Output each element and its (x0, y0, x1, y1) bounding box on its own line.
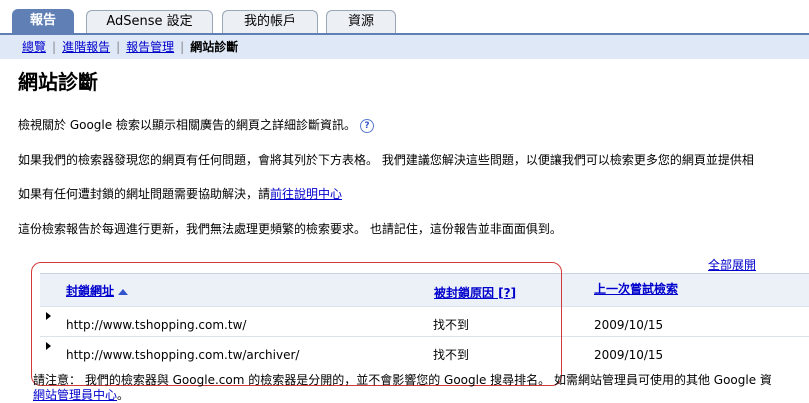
header-block-reason-label: 被封鎖原因 [ (434, 286, 504, 300)
row-date: 2009/10/15 (594, 318, 664, 332)
row-url: http://www.tshopping.com.tw/ (66, 318, 247, 332)
separator: | (116, 40, 121, 54)
row-reason: 找不到 (433, 348, 470, 362)
separator: | (52, 40, 57, 54)
tab-resources[interactable]: 資源 (326, 10, 396, 33)
tab-reports[interactable]: 報告 (12, 9, 74, 34)
subnav-current-item: 網站診斷 (190, 40, 239, 54)
intro-paragraph: 檢視關於 Google 檢索以顯示相關廣告的網頁之詳細診斷資訊。? (18, 116, 374, 133)
sort-block-reason-link[interactable]: 被封鎖原因 [?] (434, 286, 516, 300)
table-row[interactable]: http://www.tshopping.com.tw/archiver/ 找不… (40, 336, 809, 367)
header-block-reason-close: ] (510, 286, 517, 300)
sort-ascending-icon (118, 288, 129, 295)
header-block-reason[interactable]: 被封鎖原因 [?] (434, 284, 516, 301)
reason-help-link[interactable]: ? (504, 286, 511, 300)
question-circle-icon[interactable]: ? (359, 118, 374, 133)
table-header: 封鎖網址 被封鎖原因 [?] 上一次嘗試檢索 (40, 273, 809, 306)
header-last-crawl[interactable]: 上一次嘗試檢索 (594, 280, 678, 297)
help-center-link[interactable]: 前往說明中心 (270, 187, 342, 201)
sub-navigation: 總覽 | 進階報告 | 報告管理 | 網站診斷 (0, 35, 809, 59)
intro-text: 檢視關於 Google 檢索以顯示相關廣告的網頁之詳細診斷資訊。 (18, 118, 356, 132)
expand-all-link[interactable]: 全部展開 (708, 256, 756, 273)
help-paragraph: 如果有任何遭封鎖的網址問題需要協助解決，請前往說明中心 (18, 185, 342, 202)
sort-last-crawl-link[interactable]: 上一次嘗試檢索 (594, 282, 678, 296)
page-title: 網站診斷 (18, 70, 98, 94)
expand-triangle-icon[interactable] (46, 312, 51, 320)
tab-adsense-settings[interactable]: AdSense 設定 (86, 10, 213, 33)
update-paragraph: 這份檢索報告於每週進行更新，我們無法處理更頻繁的檢索要求。 也請記住，這份報告並… (18, 222, 562, 236)
separator: | (180, 40, 185, 54)
sort-blocked-url-link[interactable]: 封鎖網址 (66, 284, 114, 298)
row-url: http://www.tshopping.com.tw/archiver/ (66, 348, 300, 362)
note-line-2: 網站管理員中心。 (33, 386, 129, 403)
subnav-overview-link[interactable]: 總覽 (22, 40, 46, 54)
row-reason: 找不到 (433, 318, 470, 332)
tab-my-account[interactable]: 我的帳戶 (222, 10, 318, 33)
help-text: 如果有任何遭封鎖的網址問題需要協助解決，請 (18, 187, 271, 201)
note-tail: 。 (117, 388, 130, 402)
issues-paragraph: 如果我們的檢索器發現您的網頁有任何問題，會將其列於下方表格。 我們建議您解決這些… (18, 153, 754, 167)
row-date: 2009/10/15 (594, 348, 664, 362)
header-blocked-url[interactable]: 封鎖網址 (66, 282, 129, 299)
table-row[interactable]: http://www.tshopping.com.tw/ 找不到 2009/10… (40, 306, 809, 337)
webmaster-center-link[interactable]: 網站管理員中心 (33, 388, 117, 402)
subnav-advanced-reports-link[interactable]: 進階報告 (62, 40, 110, 54)
note-paragraph: 請注意： 我們的檢索器與 Google.com 的檢索器是分開的，並不會影響您的… (33, 373, 772, 387)
expand-triangle-icon[interactable] (46, 342, 51, 350)
subnav-report-manager-link[interactable]: 報告管理 (126, 40, 174, 54)
